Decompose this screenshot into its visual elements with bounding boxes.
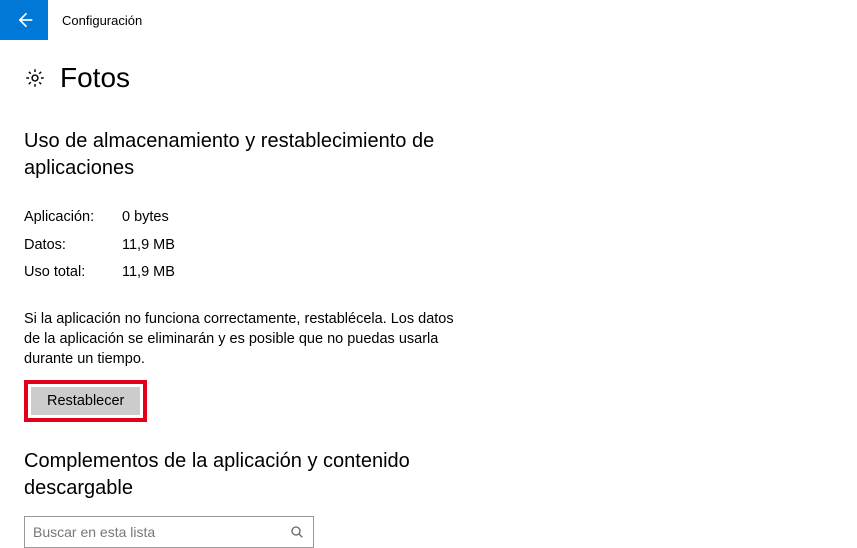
window-header: Configuración (0, 0, 857, 40)
search-icon (289, 524, 305, 540)
page-title-row: Fotos (24, 62, 833, 94)
storage-app-label: Aplicación: (24, 204, 122, 232)
header-title: Configuración (62, 13, 142, 28)
reset-button[interactable]: Restablecer (31, 387, 140, 415)
storage-info-table: Aplicación: 0 bytes Datos: 11,9 MB Uso t… (24, 204, 833, 287)
storage-total-label: Uso total: (24, 259, 122, 287)
reset-highlight-annotation: Restablecer (24, 380, 147, 422)
table-row: Uso total: 11,9 MB (24, 259, 833, 287)
search-input[interactable] (33, 524, 289, 540)
storage-app-value: 0 bytes (122, 204, 169, 232)
addons-section-title: Complementos de la aplicación y contenid… (24, 448, 454, 502)
storage-data-value: 11,9 MB (122, 232, 175, 260)
storage-data-label: Datos: (24, 232, 122, 260)
reset-description: Si la aplicación no funciona correctamen… (24, 309, 464, 370)
content-area: Fotos Uso de almacenamiento y restableci… (0, 40, 857, 548)
page-title: Fotos (60, 62, 130, 94)
table-row: Datos: 11,9 MB (24, 232, 833, 260)
table-row: Aplicación: 0 bytes (24, 204, 833, 232)
storage-total-value: 11,9 MB (122, 259, 175, 287)
gear-icon (24, 67, 46, 89)
addons-search-box[interactable] (24, 516, 314, 548)
storage-section-title: Uso de almacenamiento y restablecimiento… (24, 128, 454, 182)
back-button[interactable] (0, 0, 48, 40)
back-arrow-icon (14, 10, 34, 30)
